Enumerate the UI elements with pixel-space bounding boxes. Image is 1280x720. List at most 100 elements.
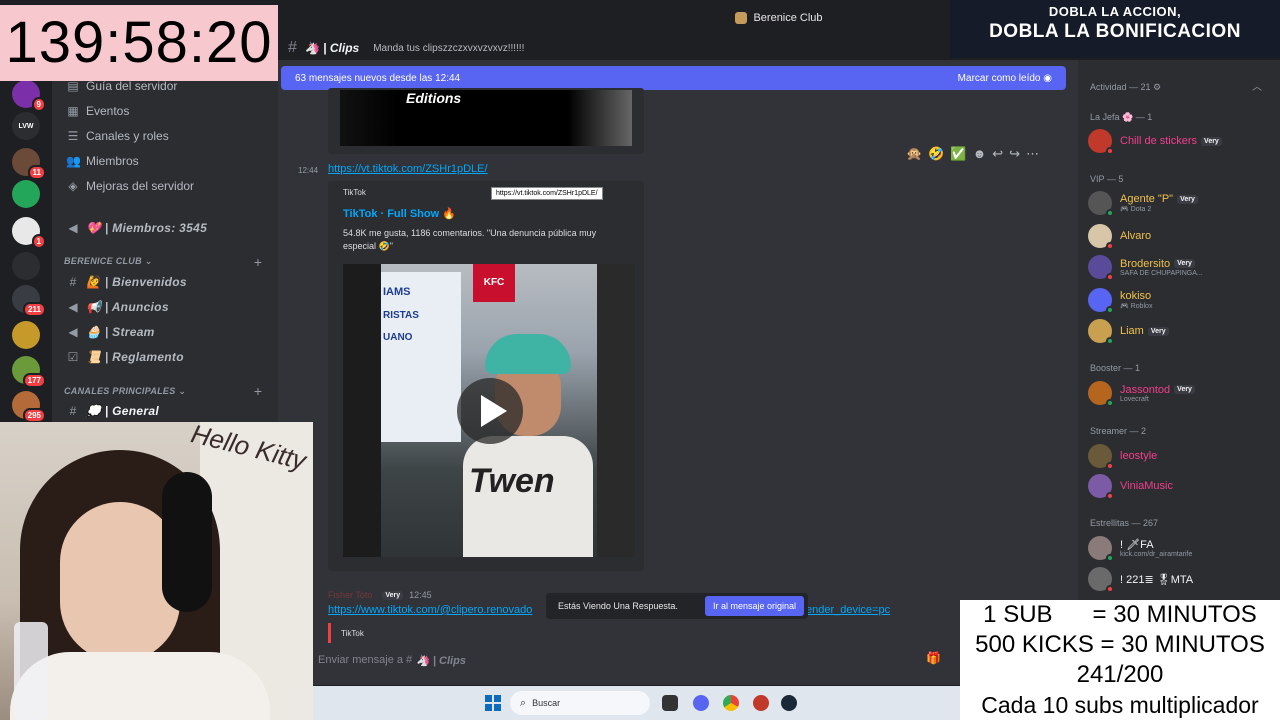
channel-bienvenidos[interactable]: # 🙋 | Bienvenidos	[66, 275, 187, 289]
member-info: Brodersito Very SAFA DE CHUPAPINGA...	[1120, 258, 1203, 277]
member-activity: kick.com/dr_airamtarife	[1120, 551, 1193, 558]
member-row[interactable]: leostyle	[1088, 443, 1266, 470]
steam-icon[interactable]	[781, 695, 797, 711]
mark-as-read-button[interactable]: Marcar como leído ◉	[958, 73, 1052, 84]
member-activity: 🎮 Roblox	[1120, 303, 1153, 310]
add-channel-icon[interactable]: +	[254, 254, 262, 270]
member-row[interactable]: ! 🗡FA kick.com/dr_airamtarife	[1088, 535, 1266, 562]
server-icon[interactable]: 11	[12, 148, 46, 180]
channel-member-count[interactable]: ◀ 💖 | Miembros: 3545	[66, 221, 207, 235]
sidebar-item-members[interactable]: 👥 Miembros	[66, 154, 139, 168]
reply-embed: TikTok	[328, 623, 628, 643]
mention-badge: 177	[22, 373, 46, 388]
member-info: Agente "P" Very 🎮 Dota 2	[1120, 193, 1198, 213]
channel-anuncios[interactable]: ◀ 📢 | Anuncios	[66, 300, 169, 314]
member-row[interactable]: Jassontod Very Lovecraft	[1088, 380, 1266, 407]
member-info: Chill de stickers Very	[1120, 135, 1222, 147]
member-group-header: Streamer — 2	[1090, 426, 1147, 436]
role-tag: Very	[1174, 259, 1195, 268]
video-shirt: Twen	[463, 436, 593, 557]
status-indicator	[1106, 399, 1114, 407]
member-row[interactable]: Agente "P" Very 🎮 Dota 2	[1088, 190, 1266, 217]
channel-general[interactable]: # 💭 | General	[66, 404, 159, 418]
sidebar-item-server-boost[interactable]: ◈ Mejoras del servidor	[66, 179, 194, 193]
mention-badge: 1	[31, 234, 46, 249]
jump-to-original-button[interactable]: Ir al mensaje original	[704, 596, 804, 616]
status-indicator	[1106, 273, 1114, 281]
taskbar: ⌕ Buscar	[313, 686, 960, 720]
server-icon[interactable]: 177	[12, 356, 46, 388]
reply-link-end[interactable]: ender_device=pc	[806, 604, 890, 616]
reply-link[interactable]: https://www.tiktok.com/@clipero.renovado	[328, 604, 532, 616]
member-row[interactable]: ViniaMusic	[1088, 473, 1266, 500]
sidebar-item-channels-roles[interactable]: ☰ Canales y roles	[66, 129, 169, 143]
forward-icon[interactable]: ↪	[1009, 146, 1020, 162]
video-wall	[343, 264, 381, 557]
server-icon[interactable]: 211	[12, 285, 46, 317]
reply-icon[interactable]: ↩	[992, 146, 1003, 162]
member-row[interactable]: ! 221≣ 🎖MTA	[1088, 566, 1266, 593]
channel-topic: Manda tus clipszzczxvxvzvxvz!!!!!!	[373, 42, 525, 54]
member-row[interactable]: Liam Very	[1088, 318, 1266, 345]
chevron-up-icon[interactable]: ︿	[1252, 78, 1262, 93]
sidebar-item-server-guide[interactable]: ▤ Guía del servidor	[66, 79, 177, 93]
role-tag: Very	[1177, 194, 1198, 204]
member-info: Liam Very	[1120, 325, 1169, 337]
member-row[interactable]: Brodersito Very SAFA DE CHUPAPINGA...	[1088, 254, 1266, 281]
windows-start-icon[interactable]	[485, 695, 501, 711]
file-icon[interactable]	[662, 695, 678, 711]
server-icon[interactable]: LVW	[12, 112, 40, 140]
taskbar-search[interactable]: ⌕ Buscar	[510, 691, 650, 715]
category-berenice-club[interactable]: BERENICE CLUB ⌄	[64, 256, 153, 267]
channel-stream[interactable]: ◀ 🧁 | Stream	[66, 325, 155, 339]
embed-title[interactable]: TikTok · Full Show 🔥	[343, 207, 456, 220]
server-icon[interactable]	[12, 321, 40, 349]
new-messages-text: 63 mensajes nuevos desde las 12:44	[295, 72, 461, 84]
member-activity: SAFA DE CHUPAPINGA...	[1120, 269, 1203, 277]
discord-icon[interactable]	[693, 695, 709, 711]
message-link[interactable]: https://vt.tiktok.com/ZSHr1pDLE/	[328, 163, 488, 175]
member-info: leostyle	[1120, 450, 1157, 462]
play-icon[interactable]	[457, 378, 523, 444]
hash-icon: #	[69, 275, 77, 289]
more-icon[interactable]: ⋯	[1026, 146, 1039, 162]
reaction-icon[interactable]: 🤣	[928, 146, 944, 162]
calendar-icon: ▦	[67, 104, 79, 118]
avatar	[1088, 444, 1114, 470]
category-canales-principales[interactable]: CANALES PRINCIPALES ⌄	[64, 386, 186, 397]
mark-read-icon: ◉	[1043, 72, 1052, 84]
add-reaction-icon[interactable]: ☻	[973, 146, 987, 162]
reaction-icon[interactable]: 🙊	[906, 146, 922, 162]
server-icon[interactable]: 295	[12, 391, 46, 423]
add-channel-icon[interactable]: +	[254, 383, 262, 399]
boost-icon: ◈	[68, 179, 78, 193]
embed-video[interactable]: IAMS RISTAS UANO KFC Twen	[343, 264, 635, 557]
status-indicator	[1106, 492, 1114, 500]
video-wall-right	[597, 264, 635, 557]
list-icon: ☰	[67, 129, 79, 143]
server-icon[interactable]	[12, 180, 40, 208]
gift-icon[interactable]: 🎁	[926, 651, 941, 665]
app-icon[interactable]	[753, 695, 769, 711]
embed-description: 54.8K me gusta, 1186 comentarios. "Una d…	[343, 228, 597, 251]
previous-embed-image[interactable]: Editions	[340, 90, 632, 146]
avatar	[1088, 381, 1114, 407]
chrome-icon[interactable]	[723, 695, 739, 711]
server-logo-icon	[735, 12, 748, 24]
member-row[interactable]: Chill de stickers Very	[1088, 128, 1266, 155]
avatar	[1088, 288, 1114, 314]
server-icon[interactable]: 1	[12, 217, 46, 249]
avatar	[1088, 255, 1114, 281]
sidebar-item-events[interactable]: ▦ Eventos	[66, 104, 129, 118]
message-input[interactable]: Enviar mensaje a # 🦄 | Clips	[318, 649, 968, 671]
new-messages-bar[interactable]: 63 mensajes nuevos desde las 12:44 Marca…	[281, 66, 1066, 90]
discord-icon[interactable]	[12, 252, 40, 280]
reply-author[interactable]: Fisher Toto	[328, 590, 372, 600]
megaphone-icon: ◀	[68, 325, 78, 339]
channel-reglamento[interactable]: ☑ 📜 | Reglamento	[66, 350, 184, 364]
gear-icon[interactable]: ⚙	[1153, 82, 1161, 92]
member-row[interactable]: Alvaro	[1088, 223, 1266, 250]
check-reaction-icon[interactable]: ✅	[950, 146, 966, 162]
server-icon[interactable]: 9	[12, 80, 46, 112]
member-row[interactable]: kokiso 🎮 Roblox	[1088, 287, 1266, 314]
